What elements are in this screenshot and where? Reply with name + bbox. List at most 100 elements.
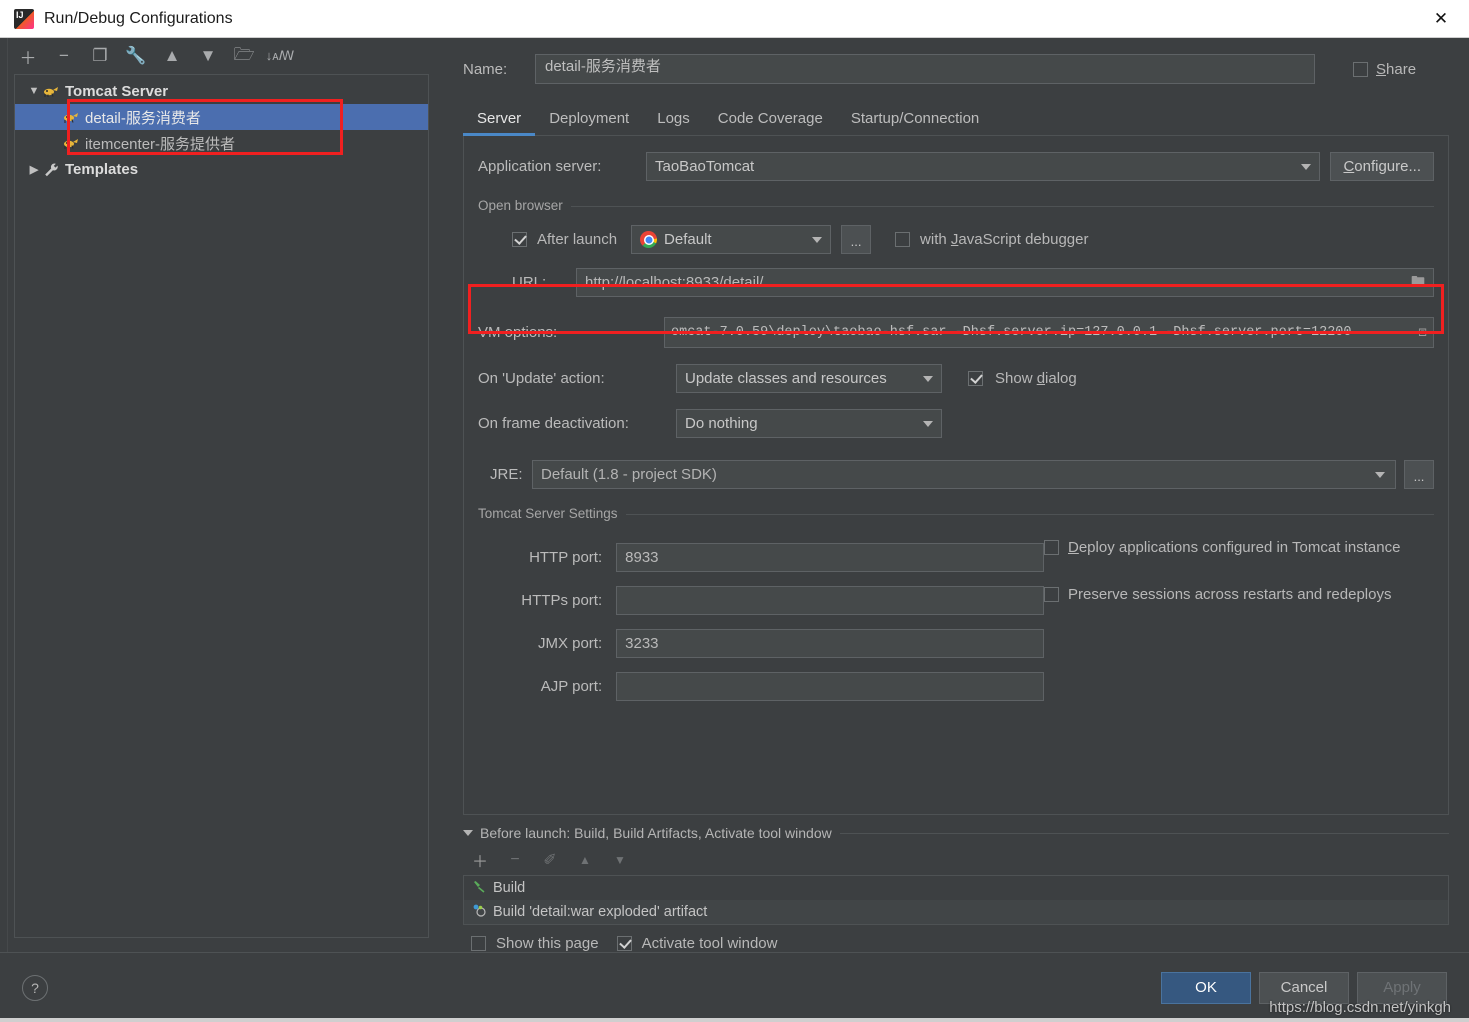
js-debugger-label: with JavaScript debugger xyxy=(920,231,1089,248)
tab-logs[interactable]: Logs xyxy=(643,110,704,135)
show-this-page-checkbox[interactable] xyxy=(471,936,486,951)
move-task-down-button: ▼ xyxy=(614,853,626,867)
url-input[interactable]: http://localhost:8933/detail/ 🖿 xyxy=(576,268,1434,297)
on-update-action-select[interactable]: Update classes and resources xyxy=(676,364,942,393)
url-row: URL: http://localhost:8933/detail/ 🖿 xyxy=(512,268,1434,297)
tree-node-label: Tomcat Server xyxy=(65,82,169,100)
edit-templates-button[interactable]: 🔧 xyxy=(125,46,146,66)
browser-browse-button[interactable]: ... xyxy=(841,225,872,254)
list-item-label: Build xyxy=(493,880,526,896)
on-frame-deactivation-label: On frame deactivation: xyxy=(478,415,629,432)
vm-options-row: VM options: omcat-7.0.59\deploy\taobao-h… xyxy=(478,317,1434,348)
tree-node-label: detail-服务消费者 xyxy=(85,109,201,127)
tree-node-detail-consumer[interactable]: detail-服务消费者 xyxy=(15,104,428,130)
ok-button[interactable]: OK xyxy=(1161,971,1251,1004)
browser-select[interactable]: Default xyxy=(631,225,832,254)
jre-label: JRE: xyxy=(490,466,523,483)
preserve-sessions-row[interactable]: Preserve sessions across restarts and re… xyxy=(1044,586,1434,603)
on-update-action-label: On 'Update' action: xyxy=(478,370,605,387)
deploy-applications-row[interactable]: Deploy applications configured in Tomcat… xyxy=(1044,539,1434,556)
activate-tool-window-checkbox[interactable] xyxy=(616,936,632,951)
after-launch-checkbox[interactable] xyxy=(512,232,527,247)
add-configuration-button[interactable]: ＋ xyxy=(18,46,38,68)
tree-node-label: Templates xyxy=(65,160,139,178)
tomcat-icon xyxy=(63,110,80,125)
close-icon[interactable]: ✕ xyxy=(1413,0,1469,37)
jre-select[interactable]: Default (1.8 - project SDK) xyxy=(532,460,1396,489)
tab-code-coverage[interactable]: Code Coverage xyxy=(704,110,837,135)
on-frame-deactivation-value: Do nothing xyxy=(685,415,758,432)
chevron-down-icon[interactable] xyxy=(463,830,473,836)
dialog-footer: ? OK Cancel Apply https://blog.csdn.net/… xyxy=(0,952,1469,1022)
https-port-label: HTTPs port: xyxy=(521,592,603,609)
preserve-sessions-label: Preserve sessions across restarts and re… xyxy=(1068,586,1392,603)
sidebar-scroll-strip[interactable] xyxy=(0,38,8,952)
share-checkbox-row[interactable]: Share xyxy=(1353,61,1449,78)
jre-browse-button[interactable]: ... xyxy=(1404,460,1434,489)
before-launch-options: Show this page Activate tool window xyxy=(463,925,1449,952)
add-task-button[interactable]: ＋ xyxy=(471,851,489,871)
share-checkbox[interactable] xyxy=(1353,61,1368,77)
chevron-down-icon xyxy=(923,375,933,382)
move-down-button[interactable]: ▼ xyxy=(198,46,218,66)
http-port-input[interactable]: 8933 xyxy=(616,543,1044,572)
before-launch-list: Build Build 'detail:war exploded' artifa… xyxy=(463,875,1449,925)
chevron-right-icon[interactable]: ▶ xyxy=(25,163,43,176)
dialog-body: ＋ − ❐ 🔧 ▲ ▼ 🗁 ↓ᴀꟿ ▼ Tomcat Server detail… xyxy=(0,38,1469,952)
title-bar: Run/Debug Configurations ✕ xyxy=(0,0,1469,38)
new-folder-button[interactable]: 🗁 xyxy=(233,45,254,66)
tree-node-tomcat-server[interactable]: ▼ Tomcat Server xyxy=(15,78,428,104)
on-frame-deactivation-select[interactable]: Do nothing xyxy=(676,409,942,438)
name-input[interactable]: detail-服务消费者 xyxy=(535,54,1315,84)
deploy-applications-label: Deploy applications configured in Tomcat… xyxy=(1068,539,1401,556)
tree-node-templates[interactable]: ▶ Templates xyxy=(15,156,428,182)
https-port-input[interactable] xyxy=(616,586,1044,615)
edit-task-button: ✐ xyxy=(543,852,557,869)
help-icon[interactable]: ? xyxy=(22,974,48,1001)
tomcat-icon xyxy=(63,136,80,151)
http-port-row: HTTP port: 8933 xyxy=(478,543,1044,572)
tab-startup-connection[interactable]: Startup/Connection xyxy=(837,110,993,135)
copy-configuration-button[interactable]: ❐ xyxy=(90,46,110,66)
tomcat-server-settings-group: Tomcat Server Settings HTTP port: 8933 H… xyxy=(478,505,1434,715)
deploy-applications-checkbox[interactable] xyxy=(1044,540,1059,555)
preserve-sessions-checkbox[interactable] xyxy=(1044,587,1059,602)
chevron-down-icon[interactable]: ▼ xyxy=(25,85,43,97)
http-port-label: HTTP port: xyxy=(529,549,603,566)
chevron-down-icon xyxy=(1301,163,1312,170)
jre-value: Default (1.8 - project SDK) xyxy=(541,466,717,483)
window-title: Run/Debug Configurations xyxy=(44,9,233,27)
footer-buttons: OK Cancel Apply xyxy=(1161,971,1447,1004)
tab-deployment[interactable]: Deployment xyxy=(535,110,643,135)
move-up-button[interactable]: ▲ xyxy=(162,46,182,66)
list-item-label: Build 'detail:war exploded' artifact xyxy=(493,904,708,920)
jre-row: JRE: Default (1.8 - project SDK) ... xyxy=(478,460,1434,489)
sort-alphabetically-button[interactable]: ↓ᴀꟿ xyxy=(266,46,295,66)
tomcat-settings-group-title: Tomcat Server Settings xyxy=(478,506,626,521)
move-task-up-button: ▲ xyxy=(579,853,591,867)
expand-icon[interactable]: ⧈ xyxy=(1418,325,1427,341)
tab-server[interactable]: Server xyxy=(463,110,536,136)
remove-configuration-button[interactable]: − xyxy=(54,46,74,66)
folder-icon[interactable]: 🖿 xyxy=(1411,271,1425,295)
ajp-port-input[interactable] xyxy=(616,672,1044,701)
open-browser-group: Open browser After launch Default ... wi… xyxy=(478,197,1434,297)
jmx-port-input[interactable]: 3233 xyxy=(616,629,1044,658)
after-launch-label: After launch xyxy=(537,231,618,248)
show-dialog-checkbox[interactable] xyxy=(968,371,983,386)
list-item[interactable]: Build 'detail:war exploded' artifact xyxy=(464,900,1448,924)
run-debug-configurations-dialog: Run/Debug Configurations ✕ ＋ − ❐ 🔧 ▲ ▼ 🗁… xyxy=(0,0,1469,1022)
configure-button[interactable]: Configure... xyxy=(1330,152,1434,181)
application-server-select[interactable]: TaoBaoTomcat xyxy=(646,152,1321,181)
js-debugger-checkbox[interactable] xyxy=(895,232,911,247)
cancel-button[interactable]: Cancel xyxy=(1259,971,1349,1004)
vm-options-input[interactable]: omcat-7.0.59\deploy\taobao-hsf.sar -Dhsf… xyxy=(664,317,1434,348)
name-label: Name: xyxy=(463,60,508,78)
on-update-action-row: On 'Update' action: Update classes and r… xyxy=(478,364,1434,393)
tree-node-itemcenter-provider[interactable]: itemcenter-服务提供者 xyxy=(15,130,428,156)
sidebar-toolbar: ＋ − ❐ 🔧 ▲ ▼ 🗁 ↓ᴀꟿ xyxy=(0,38,443,74)
list-item[interactable]: Build xyxy=(464,876,1448,900)
ajp-port-row: AJP port: xyxy=(478,672,1044,701)
configurations-tree: ▼ Tomcat Server detail-服务消费者 itemcenter-… xyxy=(14,74,429,938)
before-launch-header[interactable]: Before launch: Build, Build Artifacts, A… xyxy=(463,825,840,841)
